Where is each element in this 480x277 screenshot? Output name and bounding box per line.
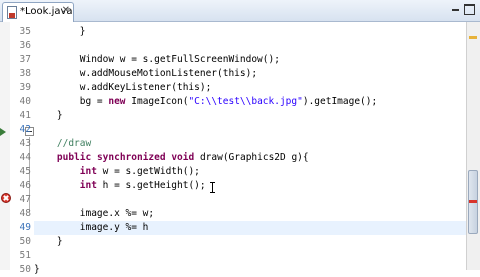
code-line: 50 } [20, 235, 466, 249]
code-editor[interactable]: 35 } 36 37 Window w = s.getFullScreenWin… [20, 22, 466, 275]
line-number: 38 [19, 68, 31, 79]
code-line: 45 int w = s.getWidth(); [20, 165, 466, 179]
code-text: image.x %= w; [34, 208, 155, 219]
code-text: int w = s.getWidth(); [79, 166, 200, 177]
editor-tab-bar: *Look.java ✕ [0, 0, 480, 22]
line-number: 51 [19, 250, 31, 261]
code-line: 39 w.addKeyListener(this); [20, 81, 466, 95]
minimize-icon[interactable] [450, 4, 461, 15]
line-number: 46 [19, 180, 31, 191]
line-number: 36 [19, 40, 31, 51]
overview-warning-marker[interactable] [469, 36, 477, 39]
overview-error-marker[interactable] [469, 200, 477, 203]
line-number: 49 [19, 222, 31, 233]
line-number: 50 [19, 264, 31, 275]
code-text: public synchronized void draw(Graphics2D… [56, 152, 309, 163]
code-line: 35 } [20, 25, 466, 39]
line-number: 48 [19, 208, 31, 219]
code-line: 48 image.x %= w; [20, 207, 466, 221]
code-line: 42 [20, 123, 466, 137]
text-cursor-icon [210, 182, 215, 193]
code-line: 40 bg = new ImageIcon("C:\\test\\back.jp… [20, 95, 466, 109]
code-text: } [34, 110, 63, 121]
maximize-icon[interactable] [464, 4, 475, 15]
code-text: } [34, 264, 40, 275]
code-text: Window w = s.getFullScreenWindow(); [34, 54, 280, 65]
line-number: 43 [19, 138, 31, 149]
code-text: image.y %= h [34, 222, 149, 233]
code-text: w.addMouseMotionListener(this); [34, 68, 258, 79]
code-text: } [34, 26, 86, 37]
code-line: 51 [20, 249, 466, 263]
close-icon[interactable]: ✕ [62, 5, 70, 16]
comment-text: //draw [34, 138, 92, 149]
string-literal: "C:\\test\\back.jpg" [188, 96, 303, 107]
line-number: 41 [19, 110, 31, 121]
window-controls [450, 4, 476, 18]
code-line: 36 [20, 39, 466, 53]
tab-look-java[interactable]: *Look.java ✕ [2, 2, 74, 22]
code-line: 38 w.addMouseMotionListener(this); [20, 67, 466, 81]
code-text: bg = new ImageIcon("C:\\test\\back.jpg")… [34, 96, 378, 107]
line-number: 47 [19, 194, 31, 205]
code-text: } [34, 236, 63, 247]
code-text: int h = s.getHeight(); [79, 180, 206, 191]
line-number: 39 [19, 82, 31, 93]
line-number: 44 [19, 152, 31, 163]
code-line: 50 } [20, 263, 466, 277]
line-number: 40 [19, 96, 31, 107]
code-line: 37 Window w = s.getFullScreenWindow(); [20, 53, 466, 67]
java-file-icon [7, 6, 17, 19]
line-number: 45 [19, 166, 31, 177]
code-line: 46 int h = s.getHeight(); [20, 179, 466, 193]
line-number: 50 [19, 236, 31, 247]
current-code-line: 49 image.y %= h [20, 221, 466, 235]
line-number: 42 [19, 124, 31, 135]
code-line: 43 //draw [20, 137, 466, 151]
code-line: 47 [20, 193, 466, 207]
code-line: 41 } [20, 109, 466, 123]
line-number: 35 [19, 26, 31, 37]
override-arrow-icon [0, 128, 6, 136]
line-number: 37 [19, 54, 31, 65]
code-line: 44 public synchronized void draw(Graphic… [20, 151, 466, 165]
code-text: w.addKeyListener(this); [34, 82, 212, 93]
